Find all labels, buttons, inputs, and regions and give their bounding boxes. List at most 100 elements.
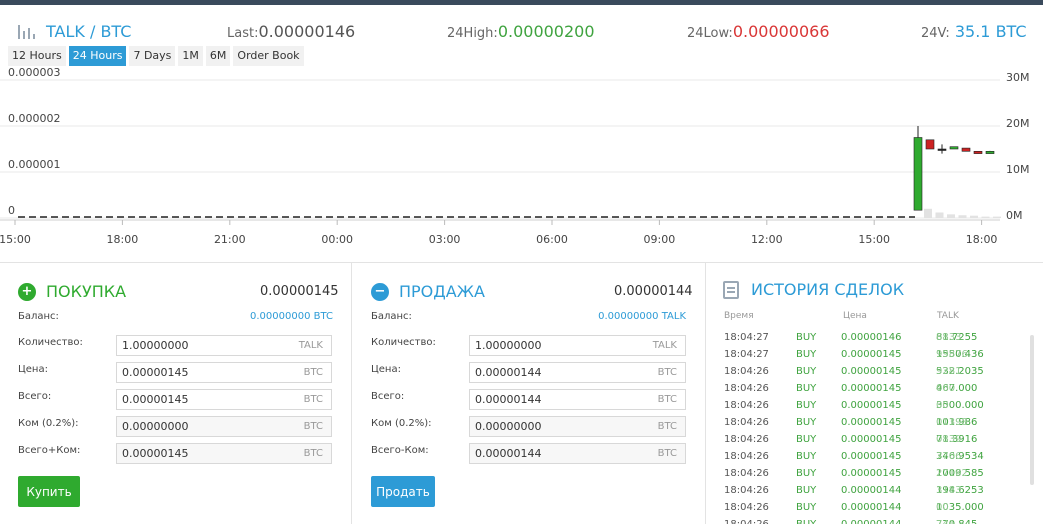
sell-total-currency: BTC bbox=[657, 394, 677, 405]
buy-button[interactable]: Купить bbox=[18, 476, 80, 507]
history-title: ИСТОРИЯ СДЕЛОК bbox=[723, 280, 904, 299]
x-tick-label: 15:00 bbox=[0, 233, 31, 246]
buy-price-input[interactable]: 0.00000145 BTC bbox=[116, 362, 332, 383]
chart-bars-icon bbox=[18, 24, 38, 39]
buy-total-input[interactable]: 0.00000145 BTC bbox=[116, 389, 332, 410]
history-row: 18:04:26 BUY 0.00000144 1035.000 00 bbox=[724, 502, 1034, 519]
tab-24-hours[interactable]: 24 Hours bbox=[68, 46, 127, 66]
buy-amount-value: 1.00000000 bbox=[122, 339, 189, 352]
sell-price-input[interactable]: 0.00000144 BTC bbox=[469, 362, 686, 383]
sell-fee-value: 0.00000000 bbox=[475, 420, 542, 433]
trade-amount-dim: 01398 bbox=[936, 417, 968, 428]
buy-total-fee-currency: BTC bbox=[303, 448, 323, 459]
x-tick-label: 06:00 bbox=[536, 233, 568, 246]
sell-fee-field: 0.00000000 BTC bbox=[469, 416, 686, 437]
sell-amount-input[interactable]: 1.00000000 TALK bbox=[469, 335, 686, 356]
history-row: 18:04:26 BUY 0.00000145 346.9534 7706 bbox=[724, 451, 1034, 468]
tab-7-days[interactable]: 7 Days bbox=[129, 46, 176, 66]
tab-order-book[interactable]: Order Book bbox=[233, 46, 304, 66]
history-scrollbar[interactable] bbox=[1030, 335, 1034, 485]
volume-bar bbox=[935, 212, 944, 218]
y-tick-label: 0.000002 bbox=[8, 112, 61, 125]
candle-body bbox=[925, 139, 935, 150]
buy-total-fee-value: 0.00000145 bbox=[122, 447, 189, 460]
trade-amount-dim: 741 bbox=[936, 519, 955, 524]
sell-balance-value[interactable]: 0.00000000 TALK bbox=[540, 311, 686, 322]
panel-divider bbox=[351, 262, 352, 524]
trade-side: BUY bbox=[796, 468, 817, 479]
price-chart[interactable]: 0.000003 0.000002 0.000001 0 30M 20M 10M 0M 15:0… bbox=[0, 68, 1043, 258]
buy-amount-currency: TALK bbox=[298, 340, 323, 351]
buy-total-fee-field: 0.00000145 BTC bbox=[116, 443, 332, 464]
volume-label: 24V: bbox=[921, 26, 950, 41]
trade-side: BUY bbox=[796, 451, 817, 462]
buy-total-label: Всего: bbox=[18, 391, 52, 402]
tab-1m[interactable]: 1M bbox=[178, 46, 203, 66]
last-label: Last: bbox=[227, 26, 259, 41]
sell-price-label: Цена: bbox=[371, 364, 401, 375]
x-tick-label: 09:00 bbox=[644, 233, 676, 246]
trade-time: 18:04:27 bbox=[724, 332, 769, 343]
tab-12-hours[interactable]: 12 Hours bbox=[8, 46, 66, 66]
buy-amount-label: Количество: bbox=[18, 337, 83, 348]
buy-amount-input[interactable]: 1.00000000 TALK bbox=[116, 335, 332, 356]
trade-amount-dim: 0839 bbox=[936, 434, 962, 445]
trade-side: BUY bbox=[796, 383, 817, 394]
trade-price: 0.00000145 bbox=[841, 417, 902, 428]
pair-quote[interactable]: BTC bbox=[100, 22, 131, 41]
period-tabs: 12 Hours 24 Hours 7 Days 1M 6M Order Boo… bbox=[8, 46, 304, 66]
trade-side: BUY bbox=[796, 434, 817, 445]
x-tick-label: 18:00 bbox=[107, 233, 139, 246]
trade-price: 0.00000145 bbox=[841, 349, 902, 360]
buy-fee-label: Ком (0.2%): bbox=[18, 418, 79, 429]
trade-time: 18:04:26 bbox=[724, 502, 769, 513]
history-col-price: Цена bbox=[843, 311, 867, 321]
trade-price: 0.00000144 bbox=[841, 502, 902, 513]
trade-side: BUY bbox=[796, 417, 817, 428]
plus-circle-icon: + bbox=[18, 282, 36, 301]
trade-time: 18:04:27 bbox=[724, 349, 769, 360]
sell-title-text: ПРОДАЖА bbox=[399, 282, 485, 301]
trade-time: 18:04:26 bbox=[724, 434, 769, 445]
volume-tick-label: 20M bbox=[1006, 117, 1030, 130]
trade-time: 18:04:26 bbox=[724, 519, 769, 524]
sell-total-label: Всего: bbox=[371, 391, 405, 402]
sell-amount-currency: TALK bbox=[652, 340, 677, 351]
history-col-time: Время bbox=[724, 311, 754, 321]
trade-amount-dim: 7706 bbox=[936, 451, 962, 462]
low-stat: 24Low:0.00000066 bbox=[687, 22, 830, 41]
sell-button[interactable]: Продать bbox=[371, 476, 435, 507]
buy-price-value: 0.00000145 bbox=[122, 366, 189, 379]
history-row: 18:04:26 BUY 0.00000145 71.3916 0839 bbox=[724, 434, 1034, 451]
low-label: 24Low: bbox=[687, 26, 733, 41]
trade-side: BUY bbox=[796, 332, 817, 343]
buy-total-currency: BTC bbox=[303, 394, 323, 405]
sell-amount-value: 1.00000000 bbox=[475, 339, 542, 352]
trade-time: 18:04:26 bbox=[724, 417, 769, 428]
buy-balance-value[interactable]: 0.00000000 BTC bbox=[200, 311, 333, 322]
trade-price: 0.00000146 bbox=[841, 332, 902, 343]
history-row: 18:04:26 BUY 0.00000145 532.2035 9281 bbox=[724, 366, 1034, 383]
tab-6m[interactable]: 6M bbox=[205, 46, 231, 66]
volume-bar bbox=[970, 215, 978, 218]
volume-value: 35.1 BTC bbox=[954, 22, 1027, 41]
panel-divider bbox=[705, 262, 706, 524]
y-tick-label: 0.000001 bbox=[8, 158, 61, 171]
candle-body bbox=[985, 151, 995, 154]
history-row: 18:04:27 BUY 0.00000145 1550.436 99876 bbox=[724, 349, 1034, 366]
trade-time: 18:04:26 bbox=[724, 383, 769, 394]
trade-price: 0.00000145 bbox=[841, 400, 902, 411]
sell-total-input[interactable]: 0.00000144 BTC bbox=[469, 389, 686, 410]
pair-base[interactable]: TALK bbox=[46, 22, 85, 41]
buy-best-price: 0.00000145 bbox=[260, 284, 339, 299]
volume-bar bbox=[958, 215, 967, 218]
last-value: 0.00000146 bbox=[258, 22, 356, 41]
trade-time: 18:04:26 bbox=[724, 451, 769, 462]
buy-fee-currency: BTC bbox=[303, 421, 323, 432]
history-list[interactable]: 18:04:27 BUY 0.00000146 81.7255 6833 18:04:27… bbox=[724, 332, 1034, 524]
minus-circle-icon: − bbox=[371, 282, 389, 301]
trade-side: BUY bbox=[796, 366, 817, 377]
buy-title: + ПОКУПКА bbox=[18, 282, 126, 301]
volume-bar bbox=[947, 214, 955, 218]
last-price-stat: Last:0.00000146 bbox=[227, 22, 355, 41]
